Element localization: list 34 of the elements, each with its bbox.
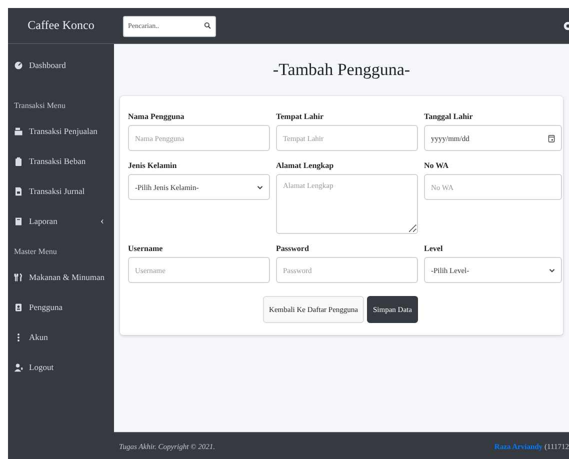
sidebar-item[interactable]: Transaksi Jurnal	[14, 176, 108, 206]
field-label: Alamat Lengkap	[276, 161, 335, 172]
clipboard-icon	[14, 156, 23, 166]
user-icon	[14, 362, 23, 372]
sidebar-item[interactable]: Logout	[14, 352, 108, 382]
menu-heading: Transaksi Menu	[14, 100, 66, 112]
field-label: Password	[276, 244, 310, 255]
field-label: Nama Pengguna	[128, 112, 186, 123]
document-icon	[14, 186, 23, 196]
sidebar-item[interactable]: Akun	[14, 322, 108, 352]
sidebar-item[interactable]: Dashboard	[14, 50, 108, 80]
sidebar-item[interactable]: Transaksi Beban	[14, 146, 108, 176]
sidebar-item[interactable]: Pengguna	[14, 292, 108, 322]
brand-title: Caffee Konco	[28, 18, 94, 33]
menu-heading: Master Menu	[14, 246, 58, 258]
utensils-icon	[14, 272, 23, 282]
field-label: Jenis Kelamin	[128, 161, 178, 172]
page-title: -Tambah Pengguna-	[272, 60, 410, 80]
field-label: Tempat Lahir	[276, 112, 324, 123]
sidebar-item[interactable]: Laporan ‹	[14, 206, 108, 236]
book-icon	[14, 216, 23, 226]
caret-icon: ‹	[100, 215, 108, 227]
sidebar-item[interactable]: Makanan & Minuman	[14, 262, 108, 292]
field-label: Level	[424, 244, 444, 255]
field-label: Tanggal Lahir	[424, 112, 474, 123]
field-label: No WA	[424, 161, 450, 172]
search-icon[interactable]	[204, 22, 211, 29]
dashboard-icon	[14, 60, 23, 70]
chevron-icon	[257, 184, 263, 190]
field-label: Username	[128, 244, 164, 255]
chevron-icon	[549, 268, 555, 272]
calendar-icon[interactable]	[548, 134, 555, 142]
sidebar-item[interactable]: Transaksi Penjualan	[14, 116, 108, 146]
id-badge-icon	[14, 302, 23, 312]
